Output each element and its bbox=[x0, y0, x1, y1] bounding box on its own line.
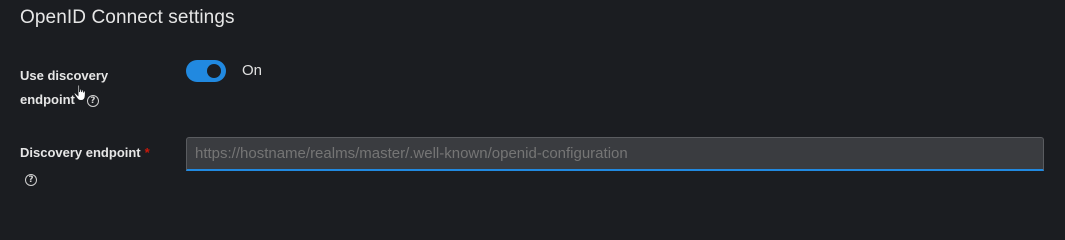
discovery-endpoint-label-text: Discovery endpoint bbox=[20, 145, 141, 160]
discovery-endpoint-label-line: Discovery endpoint * bbox=[20, 141, 180, 165]
use-discovery-endpoint-label-line2-wrap: endpoint? bbox=[20, 88, 160, 112]
help-icon[interactable]: ? bbox=[25, 173, 37, 186]
openid-connect-settings-section: OpenID Connect settings Use discovery en… bbox=[0, 0, 1065, 215]
use-discovery-endpoint-label-line1: Use discovery bbox=[20, 68, 109, 83]
discovery-endpoint-input[interactable] bbox=[186, 137, 1044, 171]
required-marker: * bbox=[144, 145, 150, 160]
use-discovery-endpoint-label: Use discovery endpoint? bbox=[20, 64, 160, 112]
use-discovery-endpoint-label-line2: endpoint bbox=[20, 92, 75, 107]
hand-pointer-cursor-icon bbox=[73, 84, 86, 101]
toggle-knob bbox=[207, 64, 221, 78]
use-discovery-endpoint-toggle[interactable] bbox=[186, 60, 226, 82]
discovery-endpoint-label: Discovery endpoint * ? bbox=[20, 141, 180, 191]
discovery-endpoint-help-wrap: ? bbox=[20, 167, 180, 191]
toggle-state-label: On bbox=[242, 62, 263, 79]
section-title: OpenID Connect settings bbox=[20, 7, 235, 28]
